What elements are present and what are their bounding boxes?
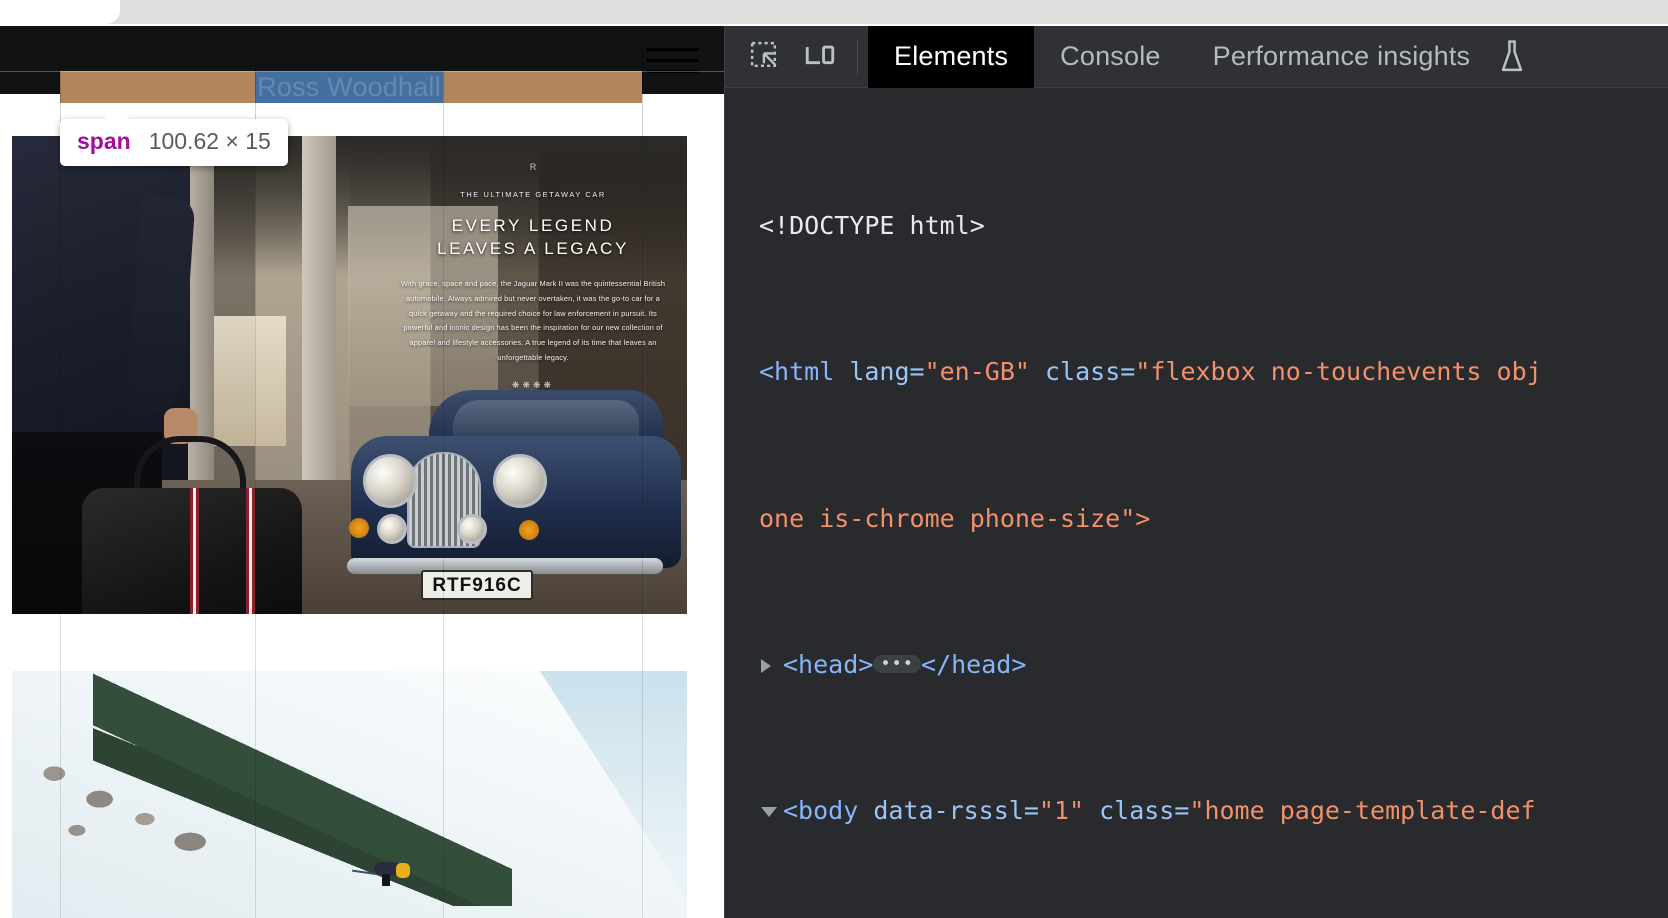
experiments-flask-icon[interactable] xyxy=(1496,39,1544,75)
devtools-tab-bar[interactable]: Elements Console Performance insights xyxy=(868,26,1496,88)
inspector-tooltip-dims: 100.62 × 15 xyxy=(149,128,271,155)
ad-headline-line-1: EVERY LEGEND xyxy=(399,215,667,238)
ad-headline: EVERY LEGEND LEAVES A LEGACY xyxy=(399,215,667,261)
dom-line-doctype[interactable]: <!DOCTYPE html> xyxy=(725,208,1668,245)
dom-line-html-open[interactable]: <html lang="en-GB" class="flexbox no-tou… xyxy=(725,354,1668,391)
site-header: Ross Woodhall xyxy=(0,26,724,94)
car-number-plate: RTF916C xyxy=(421,570,533,600)
collapse-triangle-body[interactable] xyxy=(761,807,777,817)
page-viewport[interactable]: Ross Woodhall span 100.62 × 15 xyxy=(0,26,724,918)
inspect-element-icon[interactable] xyxy=(739,30,793,84)
ad-eyebrow: THE ULTIMATE GETAWAY CAR xyxy=(399,190,667,199)
duffel-bag xyxy=(82,488,302,614)
dom-line-head[interactable]: <head>•••</head> xyxy=(725,647,1668,684)
browser-chrome xyxy=(0,0,1668,26)
ad-headline-line-2: LEAVES A LEGACY xyxy=(399,238,667,261)
photo-gutter xyxy=(0,614,724,671)
ad-copy-block: R THE ULTIMATE GETAWAY CAR EVERY LEGEND … xyxy=(399,162,667,391)
ad-body-copy: With grace, space and pace, the Jaguar M… xyxy=(399,277,667,366)
dom-tree[interactable]: <!DOCTYPE html> <html lang="en-GB" class… xyxy=(725,88,1668,918)
expand-triangle-head[interactable] xyxy=(761,659,771,673)
browser-tab-strip[interactable] xyxy=(120,0,1668,24)
dom-line-html-cont[interactable]: one is-chrome phone-size"> xyxy=(725,501,1668,538)
ruler-guide-bottom xyxy=(0,103,724,104)
inspector-tooltip-tag: span xyxy=(77,128,131,155)
tab-console[interactable]: Console xyxy=(1034,26,1186,88)
dom-line-body-open[interactable]: <body data-rsssl="1" class="home page-te… xyxy=(725,793,1668,830)
collapsed-children-badge[interactable]: ••• xyxy=(873,655,921,673)
device-toolbar-icon[interactable] xyxy=(793,30,847,84)
inspector-tooltip: span 100.62 × 15 xyxy=(60,119,288,166)
ad-ornament: ❋❋❋❋ xyxy=(399,380,667,391)
hero-image-snow[interactable] xyxy=(12,671,687,918)
hero-image-jaguar[interactable]: RTF916C R THE ULTIMATE GETAWAY CAR EVERY… xyxy=(12,136,687,614)
snow-scene xyxy=(12,671,687,918)
skier-figure xyxy=(370,862,416,884)
jaguar-car: RTF916C xyxy=(351,362,681,592)
toolbar-divider xyxy=(857,39,858,75)
devtools-toolbar[interactable]: Elements Console Performance insights xyxy=(725,26,1668,88)
inspector-content-box: Ross Woodhall xyxy=(255,71,443,103)
tab-performance-insights[interactable]: Performance insights xyxy=(1187,26,1497,88)
menu-toggle-icon[interactable] xyxy=(647,48,699,72)
tab-elements[interactable]: Elements xyxy=(868,26,1034,88)
devtools-panel[interactable]: Elements Console Performance insights <!… xyxy=(724,26,1668,918)
devtools-screenshot: Ross Woodhall span 100.62 × 15 xyxy=(0,0,1668,918)
brand-mark: R xyxy=(399,162,667,172)
